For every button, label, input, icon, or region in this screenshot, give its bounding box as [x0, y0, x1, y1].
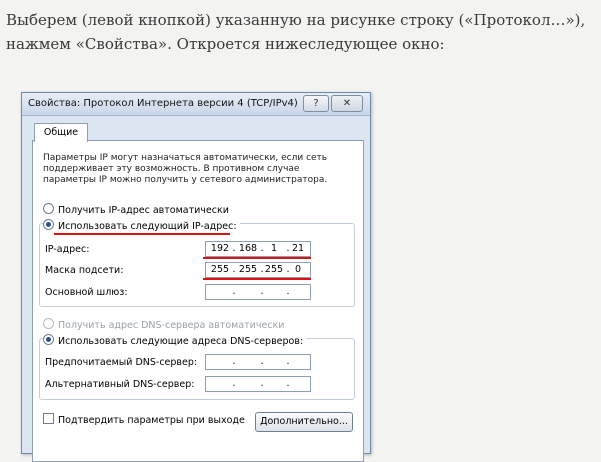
- advanced-button[interactable]: Дополнительно...: [255, 412, 353, 432]
- info-text: Параметры IP могут назначаться автоматич…: [43, 153, 328, 185]
- ip-address-underline: [203, 257, 311, 259]
- ip-auto-label: Получить IP-адрес автоматически: [58, 205, 229, 216]
- subnet-field[interactable]: 255 . 255 . 255 . 0: [205, 262, 311, 278]
- dns-alternate-label: Альтернативный DNS-сервер:: [45, 379, 195, 390]
- subnet-octet-2: 255: [238, 264, 258, 275]
- tab-general[interactable]: Общие: [34, 123, 88, 142]
- dns-auto-option[interactable]: Получить адрес DNS-сервера автоматически: [43, 318, 284, 332]
- subnet-octet-3: 255: [264, 264, 284, 275]
- dns-manual-label: Использовать следующие адреса DNS-сервер…: [58, 336, 304, 347]
- close-button[interactable]: ✕: [331, 95, 363, 112]
- ip-manual-radio[interactable]: [43, 219, 54, 230]
- ip-octet-4: 21: [291, 243, 305, 254]
- ip-manual-option[interactable]: Использовать следующий IP-адрес:: [43, 219, 240, 233]
- dns-alternate-field[interactable]: . . .: [205, 376, 311, 392]
- subnet-octet-4: 0: [294, 264, 302, 275]
- ip-address-field[interactable]: 192 . 168 . 1 . 21: [205, 241, 311, 257]
- validate-checkbox[interactable]: [43, 413, 54, 424]
- dns-auto-label: Получить адрес DNS-сервера автоматически: [58, 320, 285, 331]
- dns-preferred-label: Предпочитаемый DNS-сервер:: [45, 357, 198, 368]
- ip-auto-radio[interactable]: [43, 203, 54, 214]
- close-icon: ✕: [342, 98, 352, 109]
- gateway-label: Основной шлюз:: [45, 287, 128, 298]
- dns-preferred-field[interactable]: . . .: [205, 354, 311, 370]
- tab-panel-general: Параметры IP могут назначаться автоматич…: [32, 140, 364, 462]
- subnet-underline: [203, 278, 311, 280]
- article-line-1: Выберем (левой кнопкой) указанную на рис…: [6, 11, 586, 29]
- validate-option[interactable]: Подтвердить параметры при выходе: [43, 413, 245, 427]
- dialog-title: Свойства: Протокол Интернета версии 4 (T…: [28, 98, 298, 109]
- article-line-2: нажмем «Свойства». Откроется нижеследующ…: [6, 35, 445, 53]
- ip-address-label: IP-адрес:: [45, 244, 90, 255]
- gateway-field[interactable]: . . .: [205, 284, 311, 300]
- dns-auto-radio[interactable]: [43, 318, 54, 329]
- subnet-label: Маска подсети:: [45, 265, 124, 276]
- dialog-titlebar: Свойства: Протокол Интернета версии 4 (T…: [22, 93, 370, 116]
- article-text: Выберем (левой кнопкой) указанную на рис…: [6, 8, 596, 56]
- ip-octet-2: 168: [238, 243, 258, 254]
- validate-label: Подтвердить параметры при выходе: [58, 415, 245, 426]
- dns-manual-option[interactable]: Использовать следующие адреса DNS-сервер…: [43, 334, 307, 348]
- ip-octet-1: 192: [210, 243, 230, 254]
- help-button[interactable]: ?: [303, 95, 329, 112]
- subnet-octet-1: 255: [210, 264, 230, 275]
- ip-octet-3: 1: [270, 243, 278, 254]
- ip-manual-underline: [54, 233, 230, 235]
- ip-manual-label: Использовать следующий IP-адрес:: [58, 221, 237, 232]
- ip-auto-option[interactable]: Получить IP-адрес автоматически: [43, 203, 229, 217]
- help-icon: ?: [313, 98, 319, 109]
- ipv4-properties-dialog: Свойства: Протокол Интернета версии 4 (T…: [21, 92, 371, 462]
- dns-manual-radio[interactable]: [43, 334, 54, 345]
